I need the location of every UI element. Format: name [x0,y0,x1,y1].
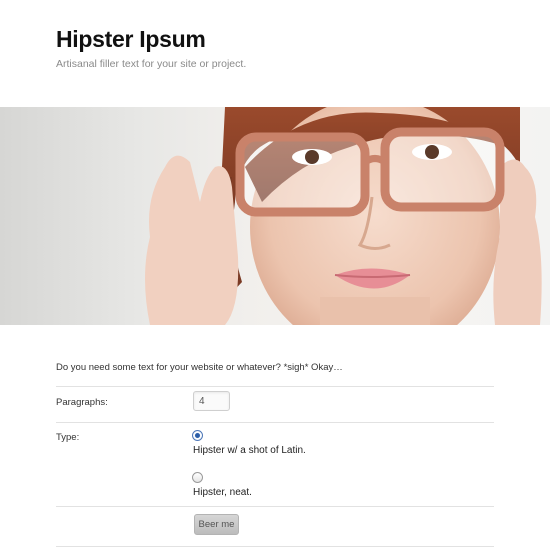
site-title: Hipster Ipsum [56,26,206,52]
paragraphs-input[interactable] [193,391,230,411]
paragraphs-label: Paragraphs: [56,397,108,408]
divider [56,546,494,547]
divider [56,506,494,507]
beer-me-button[interactable]: Beer me [194,514,239,535]
radio-hipster-neat[interactable] [192,472,203,483]
hero-photo-icon [145,107,542,325]
header: Hipster Ipsum Artisanal filler text for … [56,26,246,70]
radio-label-hipster-latin: Hipster w/ a shot of Latin. [193,445,306,456]
divider [56,386,494,387]
radio-hipster-latin[interactable] [192,430,203,441]
divider [56,422,494,423]
type-label: Type: [56,432,80,443]
intro-text: Do you need some text for your website o… [56,362,343,373]
hero-image [0,107,550,325]
site-tagline: Artisanal filler text for your site or p… [56,58,247,70]
radio-label-hipster-neat: Hipster, neat. [193,487,252,498]
